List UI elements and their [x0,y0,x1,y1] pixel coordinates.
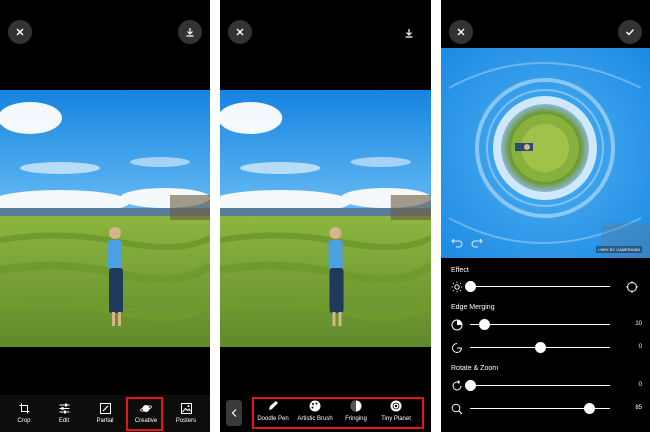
slider-zoom[interactable]: 85 [449,402,642,416]
slider-value: 10 [635,321,642,327]
zoom-icon [451,403,463,415]
check-icon [626,29,635,36]
tool-posters[interactable]: Posters [166,395,206,432]
close-button[interactable] [228,20,252,44]
close-button[interactable] [8,20,32,44]
close-button[interactable] [449,20,473,44]
slider-effect[interactable] [449,280,642,294]
target-icon[interactable] [626,281,638,293]
tool-label: Edit [58,418,70,424]
slider-thumb[interactable] [464,281,476,292]
slider-track[interactable] [470,286,610,287]
download-icon [186,28,194,37]
photo-preview [220,90,431,347]
undo-icon[interactable] [451,236,463,248]
rotate-icon [452,380,462,391]
editor-screen-creative: Doodle Pen Artistic Brush Fringing Tiny … [220,0,431,432]
section-title-edge-merging: Edge Merging [451,304,495,311]
editor-screen-main: Crop Edit Partial Creative Posters [0,0,210,432]
slider-edge-merge[interactable]: 10 [449,318,642,332]
edge-merge-icon [451,319,463,331]
slider-thumb[interactable] [464,380,476,391]
download-button[interactable] [404,25,414,43]
close-icon [236,28,244,36]
close-icon [16,28,24,36]
slider-rotate[interactable]: 0 [449,379,642,393]
tool-partial[interactable]: Partial [85,395,125,432]
slider-value: 0 [638,382,642,388]
tool-edit[interactable]: Edit [44,395,84,432]
slider-thumb[interactable] [583,403,595,414]
slider-track[interactable] [470,324,610,325]
download-icon [405,29,413,38]
confirm-button[interactable] [618,20,642,44]
tiny-planet-preview [441,48,650,258]
photo-preview [0,90,210,347]
section-title-rotate-zoom: Rotate & Zoom [451,365,499,372]
bottom-toolbar: Crop Edit Partial Creative Posters [0,395,210,432]
photo-image [220,90,431,347]
slider-thumb[interactable] [534,342,546,353]
highlight-box-creative-tools [252,397,424,429]
tool-label: Crop [17,418,31,424]
adjust-panel: Effect Edge Merging 10 0 Rotate & Zoom 0… [441,258,650,432]
slider-track[interactable] [470,385,610,386]
slider-thumb[interactable] [478,319,490,330]
photo-image [0,90,210,347]
editor-screen-tiny-planet: • NEK BY CAMERA360 Effect Edge Merging 1… [441,0,650,432]
watermark: • NEK BY CAMERA360 [596,246,643,253]
download-button[interactable] [178,20,202,44]
tiny-planet-image [441,48,650,258]
tool-label: Partial [96,418,114,424]
redo-icon[interactable] [471,236,483,248]
section-title-effect: Effect [451,267,469,274]
slider-value: 85 [635,405,642,411]
back-button[interactable] [226,400,242,426]
tool-label: Posters [175,418,197,424]
chevron-left-icon [231,409,237,417]
partial-brush-icon [99,403,111,414]
tool-crop[interactable]: Crop [4,395,44,432]
crop-icon [19,403,29,414]
highlight-box-creative [126,397,163,431]
sun-icon [451,281,463,293]
sliders-icon [59,403,69,414]
screenshot-collage: Crop Edit Partial Creative Posters Doodl… [0,0,650,432]
slider-edge-blend[interactable]: 0 [449,341,642,355]
edge-blend-icon [452,343,462,353]
close-icon [457,28,465,36]
poster-icon [180,403,192,414]
slider-value: 0 [638,344,642,350]
